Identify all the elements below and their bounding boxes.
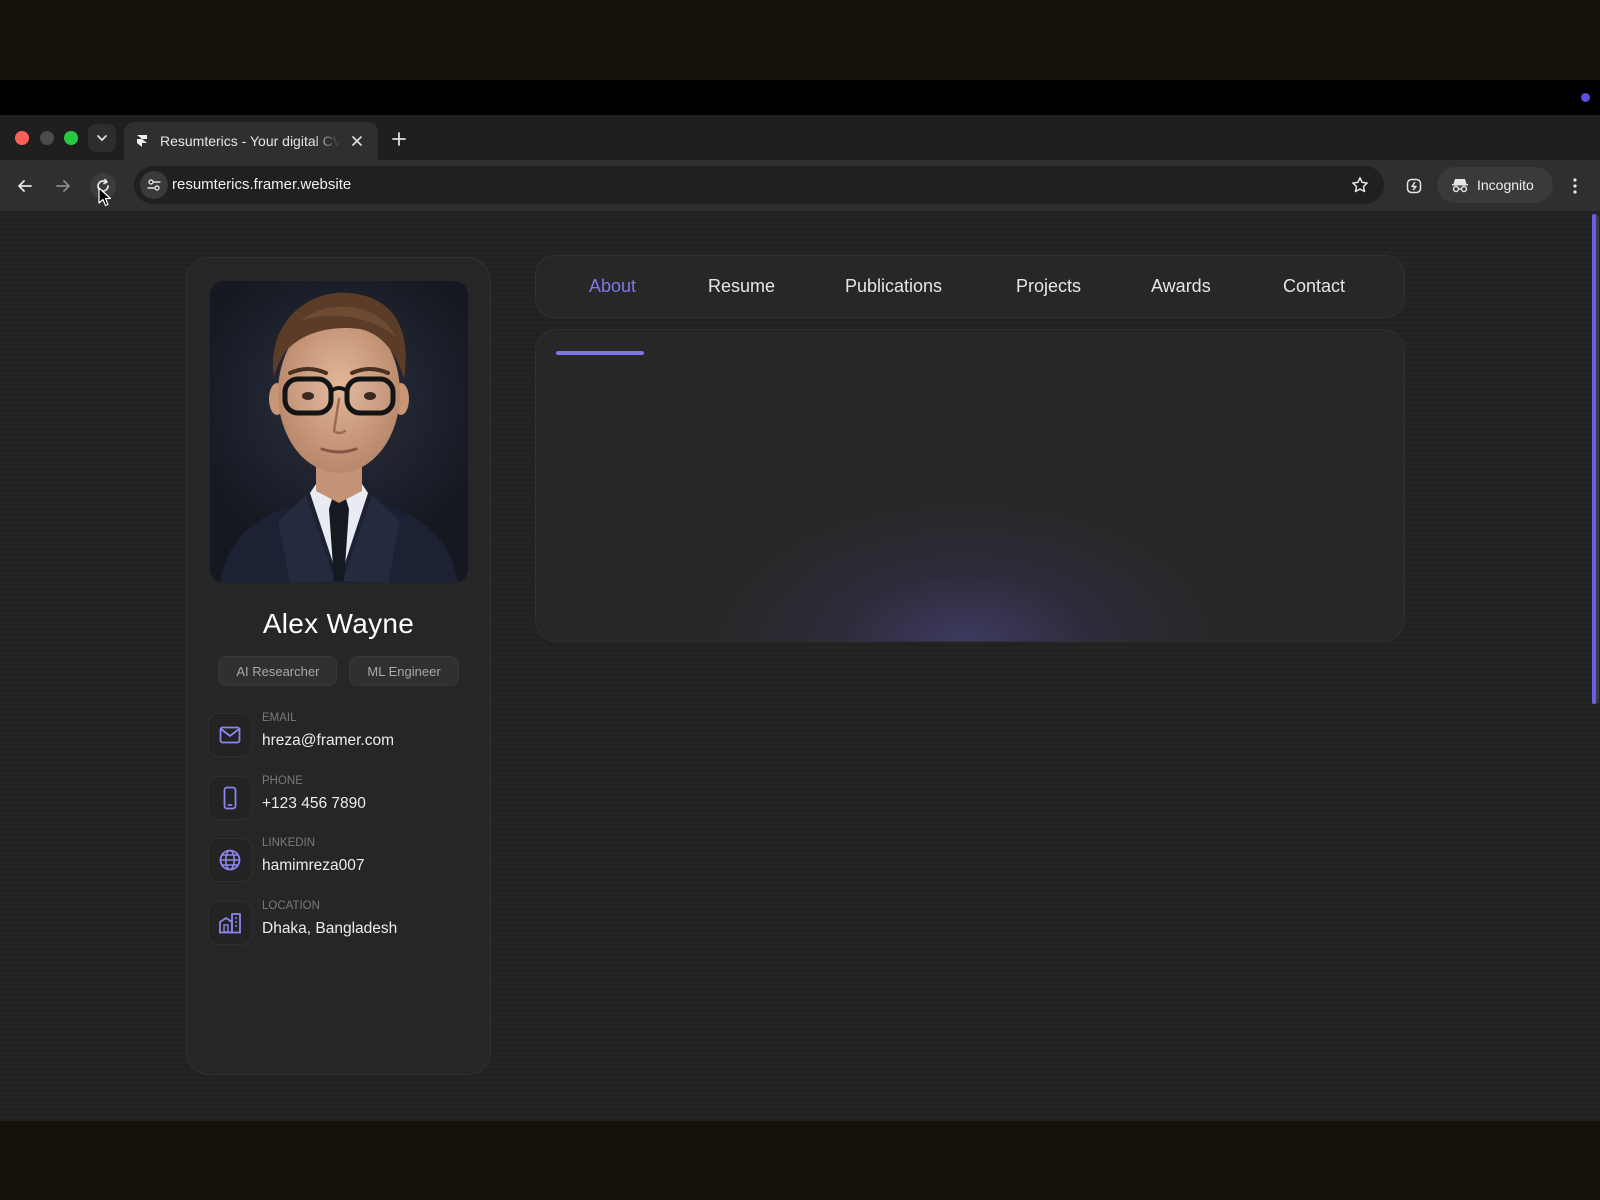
nav-resume[interactable]: Resume <box>708 276 775 297</box>
contact-value[interactable]: hreza@framer.com <box>262 732 394 750</box>
browser-menu-icon[interactable] <box>1565 173 1585 199</box>
url-text[interactable]: resumterics.framer.website <box>172 176 351 193</box>
about-content-card <box>535 329 1405 642</box>
section-title-underline <box>556 351 644 355</box>
close-window-button[interactable] <box>15 131 29 145</box>
tab-search-button[interactable] <box>88 124 116 152</box>
incognito-icon <box>1452 179 1468 193</box>
role-tag: AI Researcher <box>218 656 338 686</box>
mouse-cursor-icon <box>98 187 112 207</box>
close-tab-icon[interactable] <box>348 132 366 150</box>
extension-icon[interactable] <box>1401 173 1427 199</box>
nav-contact[interactable]: Contact <box>1283 276 1345 297</box>
background-glow <box>706 495 1226 641</box>
globe-icon <box>208 838 252 882</box>
minimize-window-button[interactable] <box>40 131 54 145</box>
new-tab-button[interactable] <box>388 128 410 150</box>
address-bar[interactable]: resumterics.framer.website <box>134 166 1384 204</box>
recording-indicator <box>1581 93 1590 102</box>
maximize-window-button[interactable] <box>64 131 78 145</box>
contact-label: PHONE <box>262 775 303 787</box>
plus-icon <box>392 132 406 146</box>
nav-publications[interactable]: Publications <box>845 276 942 297</box>
browser-tab-active[interactable]: Resumterics - Your digital CV <box>124 122 378 160</box>
incognito-button[interactable]: Incognito <box>1437 167 1553 203</box>
contact-value[interactable]: Dhaka, Bangladesh <box>262 920 397 938</box>
contact-value[interactable]: +123 456 7890 <box>262 795 366 813</box>
building-icon <box>208 901 252 945</box>
incognito-label: Incognito <box>1477 177 1534 193</box>
contact-label: EMAIL <box>262 712 297 724</box>
tab-title: Resumterics - Your digital CV <box>160 133 340 149</box>
role-tags: AI Researcher ML Engineer <box>187 656 490 686</box>
contact-email: EMAIL hreza@framer.com <box>208 710 478 758</box>
profile-name: Alex Wayne <box>262 608 415 639</box>
role-tag: ML Engineer <box>349 656 459 686</box>
contact-linkedin: LINKEDIN hamimreza007 <box>208 835 478 883</box>
nav-about[interactable]: About <box>589 276 636 297</box>
framer-icon <box>136 134 150 148</box>
profile-photo <box>210 281 468 583</box>
forward-button[interactable] <box>50 173 76 199</box>
nav-awards[interactable]: Awards <box>1151 276 1211 297</box>
phone-icon <box>208 776 252 820</box>
mail-icon <box>208 713 252 757</box>
bookmark-star-icon[interactable] <box>1350 175 1370 195</box>
contact-label: LOCATION <box>262 900 320 912</box>
site-settings-icon[interactable] <box>140 171 168 199</box>
contact-location: LOCATION Dhaka, Bangladesh <box>208 898 478 946</box>
chevron-down-icon <box>97 135 107 142</box>
arrow-right-icon <box>56 180 70 192</box>
nav-projects[interactable]: Projects <box>1016 276 1081 297</box>
page-scrollbar[interactable] <box>1592 214 1599 704</box>
contact-value[interactable]: hamimreza007 <box>262 857 365 875</box>
arrow-left-icon <box>18 180 32 192</box>
section-nav: About Resume Publications Projects Award… <box>535 255 1405 318</box>
screen-bottom-band <box>0 1121 1600 1200</box>
contact-label: LINKEDIN <box>262 837 316 849</box>
contact-phone: PHONE +123 456 7890 <box>208 773 478 821</box>
screen-top-band <box>0 80 1600 115</box>
profile-card: Alex Wayne AI Researcher ML Engineer EMA… <box>186 257 491 1075</box>
back-button[interactable] <box>12 173 38 199</box>
